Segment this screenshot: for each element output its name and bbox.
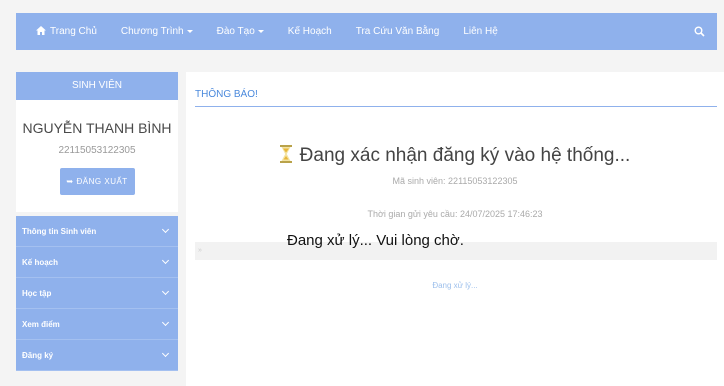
status-message: Đang xác nhận đăng ký vào hệ thống... [186,145,724,167]
overlay-wait-message: Đang xử lý... Vui lòng chờ. [287,232,464,249]
home-icon [36,25,46,38]
student-name: NGUYỄN THANH BÌNH [22,120,172,136]
sidebar-item-student-info[interactable]: Thông tin Sinh viên [16,216,178,247]
nav-home-label: Trang Chủ [50,26,97,37]
nav-plan[interactable]: Kế Hoạch [276,13,344,50]
sidebar-item-label: Kế hoạch [22,257,59,267]
sign-out-icon: ➥ [66,177,74,186]
progress-marker: » [198,247,202,254]
sidebar-item-plan[interactable]: Kế hoạch [16,247,178,278]
sidebar-item-label: Học tập [22,288,52,298]
logout-button[interactable]: ➥ ĐĂNG XUẤT [59,168,135,195]
notice-panel: THÔNG BÁO! Đang xác nhận đăng ký vào hệ … [186,72,724,386]
sidebar-item-label: Thông tin Sinh viên [22,226,97,236]
panel-title: THÔNG BÁO! [195,89,258,100]
chevron-down-icon [161,318,170,327]
chevron-down-icon [161,349,170,358]
student-id: 22115053122305 [58,145,136,156]
chevron-down-icon [161,256,170,265]
sidebar-item-label: Xem điểm [22,319,60,329]
nav-training[interactable]: Đào Tạo [205,13,276,50]
nav-home[interactable]: Trang Chủ [16,13,109,50]
sidebar-item-grades[interactable]: Xem điểm [16,309,178,340]
processing-text: Đang xử lý... [432,281,478,290]
nav-program-label: Chương Trình [120,26,184,37]
logout-label: ĐĂNG XUẤT [76,177,128,186]
top-navbar: Trang Chủ Chương Trình Đào Tạo Kế Hoạch … [16,13,717,50]
title-divider [195,106,717,107]
nav-contact-label: Liên Hệ [463,26,498,37]
sidebar: SINH VIÊN NGUYỄN THANH BÌNH 221150531223… [16,72,178,371]
caret-down-icon [257,30,264,33]
caret-down-icon [186,30,193,33]
nav-degree-lookup[interactable]: Tra Cứu Văn Bằng [344,13,452,50]
student-id-line: Mã sinh viên: 22115053122305 [392,176,518,186]
status-text: Đang xác nhận đăng ký vào hệ thống... [299,145,631,166]
chevron-down-icon [161,225,170,234]
profile-header: SINH VIÊN [16,72,178,100]
search-icon[interactable] [694,24,705,42]
nav-degree-lookup-label: Tra Cứu Văn Bằng [355,26,440,37]
sidebar-item-label: Đăng ký [22,350,54,360]
profile-card: SINH VIÊN NGUYỄN THANH BÌNH 221150531223… [16,72,178,212]
nav-plan-label: Kế Hoạch [287,26,332,37]
sidebar-item-study[interactable]: Học tập [16,278,178,309]
hourglass-icon [279,145,292,163]
sidebar-menu: Thông tin Sinh viên Kế hoạch Học tập Xem… [16,216,178,371]
nav-training-label: Đào Tạo [216,26,255,37]
chevron-down-icon [161,287,170,296]
sidebar-item-register[interactable]: Đăng ký [16,340,178,371]
request-time-line: Thời gian gửi yêu cầu: 24/07/2025 17:46:… [367,209,543,219]
nav-contact[interactable]: Liên Hệ [451,13,509,50]
nav-program[interactable]: Chương Trình [109,13,205,50]
